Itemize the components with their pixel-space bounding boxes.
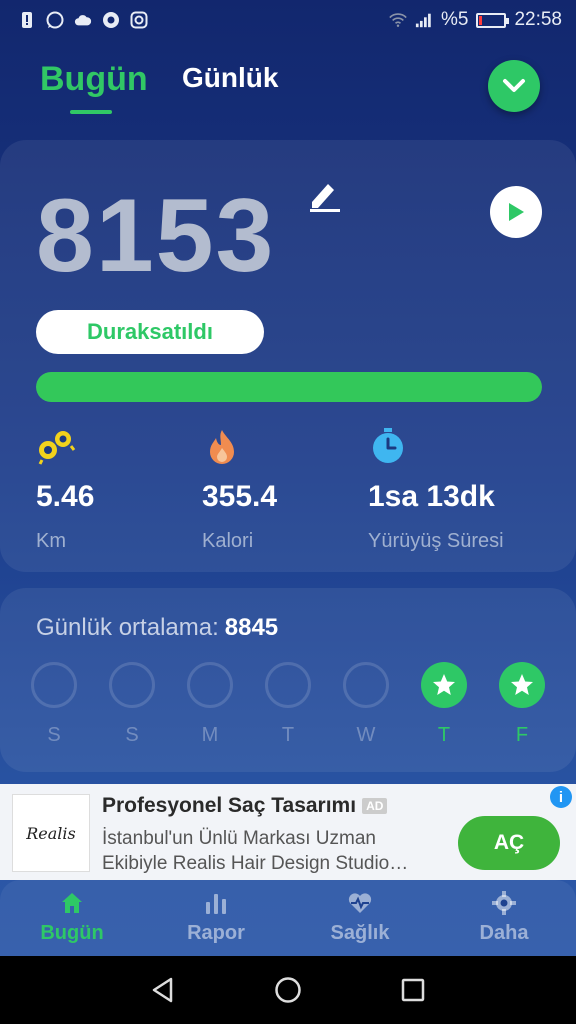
stat-distance: 5.46 Km xyxy=(36,426,94,552)
ad-body: İstanbul'un Ünlü Markası Uzman Ekibiyle … xyxy=(102,828,409,874)
day-goal-reached xyxy=(421,662,467,708)
tab-today-underline xyxy=(70,110,112,114)
nav-more[interactable]: Daha xyxy=(432,880,576,956)
day-goal-empty xyxy=(31,662,77,708)
ad-open-button[interactable]: AÇ xyxy=(458,816,560,870)
day-label: S xyxy=(125,724,139,746)
day-goal-reached xyxy=(499,662,545,708)
settings-icon xyxy=(492,891,516,915)
day-label: M xyxy=(201,724,219,746)
ad-title: Profesyonel Saç Tasarımı AD xyxy=(102,794,388,818)
nav-today[interactable]: Bugün xyxy=(0,880,144,956)
stopwatch-icon xyxy=(368,426,408,466)
progress-bar xyxy=(36,372,542,402)
status-bar: %5 22:58 xyxy=(0,0,576,40)
step-count: 8153 xyxy=(36,178,276,294)
day-goal-empty xyxy=(187,662,233,708)
day-4: W xyxy=(343,662,389,747)
star-icon xyxy=(433,674,455,695)
distance-label: Km xyxy=(36,530,66,552)
wifi-icon xyxy=(389,11,407,29)
day-goal-empty xyxy=(343,662,389,708)
weekly-card: Günlük ortalama: 8845 S S M T W T F xyxy=(0,588,576,772)
play-button[interactable] xyxy=(490,186,542,238)
duration-value: 1sa 13dk xyxy=(368,480,495,513)
battery-icon xyxy=(476,12,510,28)
day-goal-empty xyxy=(265,662,311,708)
day-label: T xyxy=(281,724,295,746)
stat-duration: 1sa 13dk Yürüyüş Süresi xyxy=(368,426,504,552)
day-6: F xyxy=(499,662,545,747)
day-goal-empty xyxy=(109,662,155,708)
chrome-icon xyxy=(102,11,120,29)
day-0: S xyxy=(31,662,77,747)
nav-report[interactable]: Rapor xyxy=(144,880,288,956)
heart-pulse-icon xyxy=(348,893,372,913)
distance-value: 5.46 xyxy=(36,480,95,513)
home-circle-icon[interactable] xyxy=(274,976,302,1004)
header: Bugün Günlük xyxy=(40,52,540,122)
progress-fill xyxy=(36,372,542,402)
instagram-icon xyxy=(130,11,148,29)
day-1: S xyxy=(109,662,155,747)
system-nav-bar xyxy=(0,956,576,1024)
flame-icon xyxy=(202,426,242,466)
alert-icon xyxy=(18,11,36,29)
tab-today[interactable]: Bugün xyxy=(40,60,148,99)
ad-info-icon[interactable]: i xyxy=(550,786,572,808)
signal-icon xyxy=(415,11,433,29)
whatsapp-icon xyxy=(46,11,64,29)
chevron-down-icon xyxy=(503,79,525,92)
calories-value: 355.4 xyxy=(202,480,278,513)
steps-card: 8153 Duraksatıldı 5.46 Km 355.4 Kalori 1… xyxy=(0,140,576,572)
battery-percent: %5 xyxy=(440,9,469,30)
calories-label: Kalori xyxy=(202,530,254,552)
ad-banner[interactable]: Realis Profesyonel Saç Tasarımı AD İstanb… xyxy=(0,784,576,880)
day-2: M xyxy=(187,662,233,747)
stat-calories: 355.4 Kalori xyxy=(202,426,277,552)
ad-badge: AD xyxy=(362,798,388,815)
day-3: T xyxy=(265,662,311,747)
bottom-nav: Bugün Rapor Sağlık Daha xyxy=(0,880,576,956)
star-icon xyxy=(511,674,533,695)
tab-daily[interactable]: Günlük xyxy=(182,62,278,94)
clock: 22:58 xyxy=(514,9,562,30)
back-icon[interactable] xyxy=(149,976,177,1004)
duration-label: Yürüyüş Süresi xyxy=(368,530,504,552)
day-label: T xyxy=(437,724,451,746)
bar-chart-icon xyxy=(206,894,226,914)
play-icon xyxy=(509,203,524,221)
nav-health[interactable]: Sağlık xyxy=(288,880,432,956)
cloud-icon xyxy=(74,11,92,29)
edit-icon[interactable] xyxy=(306,178,342,212)
day-5: T xyxy=(421,662,467,747)
daily-average-label: Günlük ortalama: xyxy=(36,614,219,641)
day-label: W xyxy=(356,724,376,746)
recents-icon[interactable] xyxy=(399,976,427,1004)
home-icon xyxy=(62,893,82,913)
day-label: F xyxy=(515,724,529,746)
status-badge[interactable]: Duraksatıldı xyxy=(36,310,264,354)
day-label: S xyxy=(47,724,61,746)
ad-logo: Realis xyxy=(12,794,90,872)
daily-average: Günlük ortalama: 8845 xyxy=(36,614,278,642)
daily-average-value: 8845 xyxy=(224,614,279,641)
distance-icon xyxy=(36,426,76,466)
dropdown-button[interactable] xyxy=(488,60,540,112)
